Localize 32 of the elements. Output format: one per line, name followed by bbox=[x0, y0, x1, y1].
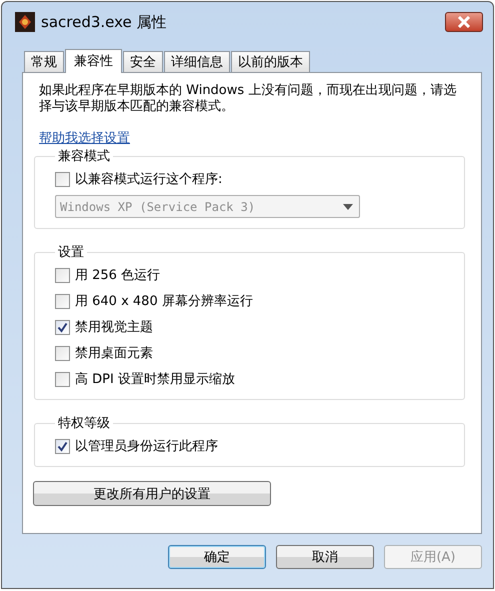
checkbox-label: 禁用桌面元素 bbox=[75, 345, 153, 362]
checkbox-label: 用 640 x 480 屏幕分辨率运行 bbox=[75, 293, 253, 310]
close-icon bbox=[457, 16, 471, 28]
checkbox[interactable] bbox=[55, 372, 70, 386]
dialog-button[interactable]: 取消 bbox=[276, 545, 374, 569]
checkbox[interactable] bbox=[55, 268, 70, 282]
dialog-button[interactable]: 确定 bbox=[168, 545, 266, 569]
tab[interactable]: 安全 bbox=[123, 51, 163, 72]
group-title: 特权等级 bbox=[57, 415, 111, 432]
tab[interactable]: 常规 bbox=[24, 51, 64, 72]
tab[interactable]: 以前的版本 bbox=[231, 51, 310, 72]
group-title: 兼容模式 bbox=[57, 148, 111, 165]
change-settings-button[interactable]: 更改所有用户的设置 bbox=[33, 481, 271, 506]
close-button[interactable] bbox=[445, 12, 483, 32]
app-icon bbox=[15, 12, 35, 32]
tab[interactable]: 兼容性 bbox=[65, 49, 122, 73]
tab[interactable]: 详细信息 bbox=[164, 51, 230, 72]
checkbox-label: 高 DPI 设置时禁用显示缩放 bbox=[75, 371, 235, 388]
checkbox[interactable] bbox=[55, 320, 70, 334]
help-link[interactable]: 帮助我选择设置 bbox=[39, 129, 130, 147]
checkbox-label: 用 256 色运行 bbox=[75, 267, 160, 284]
checkbox-label: 禁用视觉主题 bbox=[75, 319, 153, 336]
checkbox-label: 以兼容模式运行这个程序: bbox=[75, 171, 222, 188]
group-title: 设置 bbox=[57, 244, 85, 261]
checkbox[interactable] bbox=[55, 172, 70, 186]
window-title: sacred3.exe 属性 bbox=[41, 12, 168, 32]
checkbox[interactable] bbox=[55, 346, 70, 360]
caret-icon bbox=[343, 204, 353, 210]
checkbox[interactable] bbox=[55, 294, 70, 308]
checkbox-label: 以管理员身份运行此程序 bbox=[75, 438, 218, 455]
checkbox[interactable] bbox=[55, 438, 70, 454]
description-text: 如果此程序在早期版本的 Windows 上没有问题，而现在出现问题，请选择与该早期版本匹配的兼容模式。 bbox=[39, 83, 458, 115]
